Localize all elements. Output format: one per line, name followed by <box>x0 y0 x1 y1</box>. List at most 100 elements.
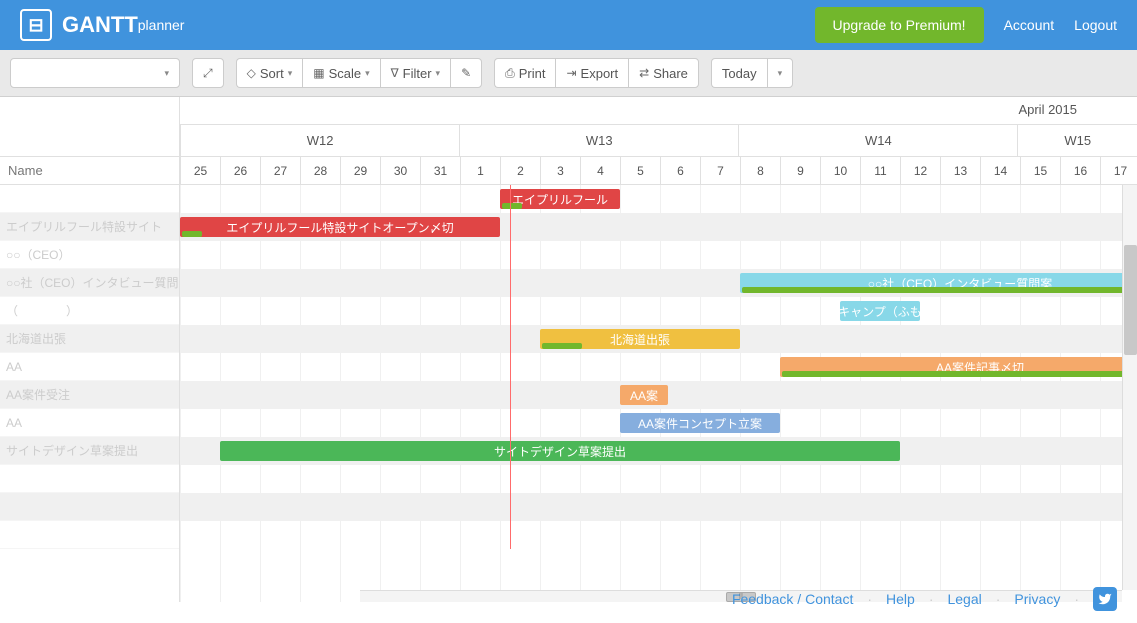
chart-row[interactable]: 北海道出張 <box>180 325 1137 353</box>
day-header: 3 <box>540 157 580 184</box>
gantt-bar[interactable]: AA案件コンセプト立案 <box>620 413 780 433</box>
gantt-bar[interactable]: サイトデザイン草案提出 <box>220 441 900 461</box>
day-header: 1 <box>460 157 500 184</box>
task-row-label[interactable]: ○○（CEO） <box>0 241 179 269</box>
task-row-label[interactable]: （ ） <box>0 297 179 325</box>
export-icon: ⇥ <box>566 66 576 80</box>
chart-row[interactable]: AA案件コンセプト立案 <box>180 409 1137 437</box>
gantt-timeline[interactable]: April 2015 W12W13W14W15 2526272829303112… <box>180 97 1137 602</box>
day-header: 16 <box>1060 157 1100 184</box>
chart-row[interactable]: エイプリルフール特設サイトオープン〆切 <box>180 213 1137 241</box>
project-select[interactable]: ▾ <box>10 58 180 88</box>
day-header: 9 <box>780 157 820 184</box>
sort-icon: ◇ <box>247 66 256 80</box>
legal-link[interactable]: Legal <box>947 591 981 607</box>
chart-row[interactable] <box>180 241 1137 269</box>
print-button[interactable]: ⎙Print <box>494 58 555 88</box>
logout-link[interactable]: Logout <box>1074 17 1117 33</box>
chart-row[interactable]: ○○社（CEO）インタビュー質問案 <box>180 269 1137 297</box>
print-icon: ⎙ <box>505 66 515 81</box>
chart-row[interactable]: AA案件記事〆切 <box>180 353 1137 381</box>
task-row-label[interactable]: AA <box>0 353 179 381</box>
month-label: April 2015 <box>1018 102 1077 117</box>
export-button[interactable]: ⇥Export <box>555 58 628 88</box>
gantt-bar[interactable]: 北海道出張 <box>540 329 740 349</box>
day-header: 28 <box>300 157 340 184</box>
scale-icon: ▦ <box>313 66 324 80</box>
chart-row[interactable]: エイプリルフール <box>180 185 1137 213</box>
task-row-label[interactable] <box>0 465 179 493</box>
chart-row[interactable]: キャンプ（ふも <box>180 297 1137 325</box>
day-header: 13 <box>940 157 980 184</box>
task-row-label[interactable] <box>0 493 179 521</box>
wand-icon: ✎ <box>461 66 471 80</box>
chart-row[interactable] <box>180 465 1137 493</box>
week-header: W12 <box>180 125 459 156</box>
task-row-label[interactable] <box>0 521 179 549</box>
day-header: 31 <box>420 157 460 184</box>
chart-row[interactable]: AA案 <box>180 381 1137 409</box>
upgrade-button[interactable]: Upgrade to Premium! <box>815 7 984 43</box>
day-header: 15 <box>1020 157 1060 184</box>
day-header: 27 <box>260 157 300 184</box>
day-header: 5 <box>620 157 660 184</box>
task-row-label[interactable] <box>0 185 179 213</box>
filter-icon: ∇ <box>391 66 399 80</box>
day-header: 4 <box>580 157 620 184</box>
day-header: 12 <box>900 157 940 184</box>
share-icon: ⇄ <box>639 66 649 80</box>
scale-button[interactable]: ▦Scale▾ <box>302 58 379 88</box>
chevron-down-icon: ▾ <box>778 68 783 79</box>
day-header: 29 <box>340 157 380 184</box>
task-row-label[interactable]: サイトデザイン草案提出 <box>0 437 179 465</box>
filter-button[interactable]: ∇Filter▾ <box>380 58 450 88</box>
sort-button[interactable]: ◇Sort▾ <box>236 58 303 88</box>
help-link[interactable]: Help <box>886 591 915 607</box>
share-button[interactable]: ⇄Share <box>628 58 699 88</box>
day-header: 25 <box>180 157 220 184</box>
task-row-label[interactable]: 北海道出張 <box>0 325 179 353</box>
day-header: 8 <box>740 157 780 184</box>
gantt-chart: Name エイプリルフール特設サイト○○（CEO）○○社（CEO）インタビュー質… <box>0 97 1137 602</box>
privacy-link[interactable]: Privacy <box>1014 591 1060 607</box>
gantt-bar[interactable]: エイプリルフール特設サイトオープン〆切 <box>180 217 500 237</box>
gantt-bar[interactable]: AA案件記事〆切 <box>780 357 1137 377</box>
day-header: 26 <box>220 157 260 184</box>
gantt-sidebar: Name エイプリルフール特設サイト○○（CEO）○○社（CEO）インタビュー質… <box>0 97 180 602</box>
chart-row[interactable] <box>180 493 1137 521</box>
week-header: W15 <box>1017 125 1137 156</box>
day-header: 17 <box>1100 157 1137 184</box>
gantt-bar[interactable]: ○○社（CEO）インタビュー質問案 <box>740 273 1137 293</box>
expand-button[interactable]: ⤢ <box>192 58 224 88</box>
task-row-label[interactable]: ○○社（CEO）インタビュー質問 <box>0 269 179 297</box>
timeline-header: April 2015 W12W13W14W15 2526272829303112… <box>180 97 1137 185</box>
scrollbar-vertical[interactable] <box>1122 185 1137 590</box>
day-header: 6 <box>660 157 700 184</box>
day-header: 7 <box>700 157 740 184</box>
scrollbar-thumb[interactable] <box>1124 245 1137 355</box>
task-row-label[interactable]: エイプリルフール特設サイト <box>0 213 179 241</box>
toolbar: ▾ ⤢ ◇Sort▾ ▦Scale▾ ∇Filter▾ ✎ ⎙Print ⇥Ex… <box>0 50 1137 97</box>
name-column-header: Name <box>0 157 179 185</box>
app-header: ⊟ GANTTplanner Upgrade to Premium! Accou… <box>0 0 1137 50</box>
chevron-down-icon: ▾ <box>164 68 169 79</box>
task-row-label[interactable]: AA <box>0 409 179 437</box>
today-button[interactable]: Today <box>711 58 767 88</box>
feedback-link[interactable]: Feedback / Contact <box>732 591 853 607</box>
settings-button[interactable]: ✎ <box>450 58 482 88</box>
day-header: 30 <box>380 157 420 184</box>
day-header: 11 <box>860 157 900 184</box>
week-header: W14 <box>738 125 1017 156</box>
task-row-label[interactable]: AA案件受注 <box>0 381 179 409</box>
gantt-bar[interactable]: キャンプ（ふも <box>840 301 920 321</box>
day-header: 14 <box>980 157 1020 184</box>
chart-row[interactable] <box>180 521 1137 549</box>
gantt-bar[interactable]: AA案 <box>620 385 668 405</box>
chart-row[interactable]: サイトデザイン草案提出 <box>180 437 1137 465</box>
gantt-bar[interactable]: エイプリルフール <box>500 189 620 209</box>
today-dropdown[interactable]: ▾ <box>767 58 794 88</box>
twitter-icon[interactable] <box>1093 587 1117 611</box>
brand-main: GANTT <box>62 12 138 38</box>
account-link[interactable]: Account <box>1004 17 1055 33</box>
brand-sub: planner <box>138 17 185 33</box>
